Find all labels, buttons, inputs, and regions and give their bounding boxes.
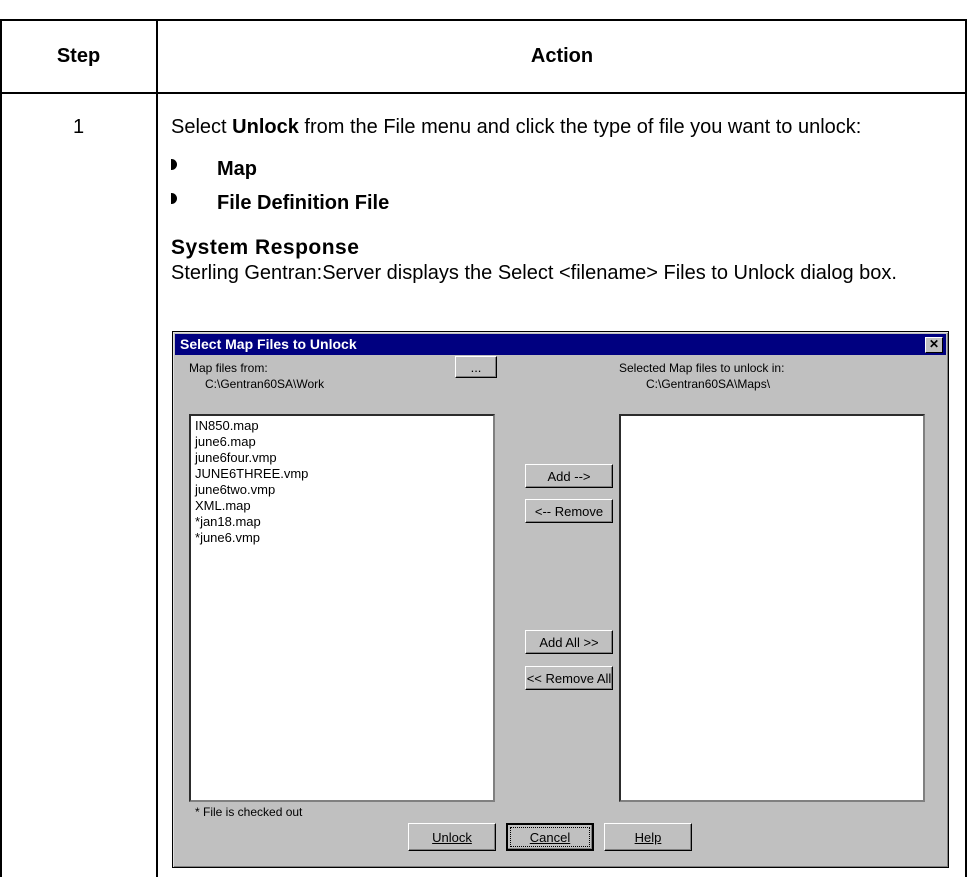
list-item[interactable]: JUNE6THREE.vmp bbox=[195, 466, 493, 482]
action-cell: Select Unlock from the File menu and cli… bbox=[171, 114, 961, 286]
list-item[interactable]: june6.map bbox=[195, 434, 493, 450]
remove-all-button[interactable]: << Remove All bbox=[525, 666, 613, 690]
system-response-text: Sterling Gentran:Server displays the Sel… bbox=[171, 262, 897, 284]
list-item[interactable]: XML.map bbox=[195, 498, 493, 514]
list-item[interactable]: *jan18.map bbox=[195, 514, 493, 530]
table-left-border bbox=[0, 19, 2, 877]
map-files-from-path: C:\Gentran60SA\Work bbox=[205, 377, 325, 391]
bullet-icon bbox=[171, 193, 177, 204]
dialog-title: Select Map Files to Unlock bbox=[180, 336, 357, 352]
file-type-list: Map File Definition File bbox=[171, 152, 961, 220]
list-item[interactable]: IN850.map bbox=[195, 418, 493, 434]
selected-files-label: Selected Map files to unlock in: bbox=[619, 361, 785, 375]
list-item[interactable]: *june6.vmp bbox=[195, 530, 493, 546]
dialog-titlebar: Select Map Files to Unlock ✕ bbox=[175, 334, 946, 355]
unlock-button[interactable]: Unlock bbox=[408, 823, 496, 851]
intro-text: Select Unlock from the File menu and cli… bbox=[171, 116, 862, 138]
available-files-list[interactable]: IN850.map june6.map june6four.vmp JUNE6T… bbox=[189, 414, 495, 802]
selected-files-list[interactable] bbox=[619, 414, 925, 802]
column-divider bbox=[156, 19, 158, 877]
selected-files-path: C:\Gentran60SA\Maps\ bbox=[646, 377, 771, 391]
list-item: Map bbox=[171, 152, 961, 186]
list-item: File Definition File bbox=[171, 186, 961, 220]
close-icon[interactable]: ✕ bbox=[925, 337, 943, 353]
cancel-button[interactable]: Cancel bbox=[506, 823, 594, 851]
list-item[interactable]: june6two.vmp bbox=[195, 482, 493, 498]
list-item[interactable]: june6four.vmp bbox=[195, 450, 493, 466]
header-step: Step bbox=[56, 45, 101, 67]
add-button[interactable]: Add --> bbox=[525, 464, 613, 488]
remove-button[interactable]: <-- Remove bbox=[525, 499, 613, 523]
bullet-icon bbox=[171, 159, 177, 170]
checked-out-footnote: * File is checked out bbox=[195, 805, 303, 819]
step-number: 1 bbox=[72, 116, 85, 138]
add-all-button[interactable]: Add All >> bbox=[525, 630, 613, 654]
unlock-term: Unlock bbox=[232, 116, 299, 138]
header-action: Action bbox=[530, 45, 594, 67]
system-response-heading: System Response bbox=[171, 236, 360, 259]
select-map-files-dialog: Select Map Files to Unlock ✕ Map files f… bbox=[172, 331, 949, 868]
browse-button[interactable]: ... bbox=[455, 356, 497, 378]
map-files-from-label: Map files from: bbox=[189, 361, 268, 375]
help-button[interactable]: Help bbox=[604, 823, 692, 851]
